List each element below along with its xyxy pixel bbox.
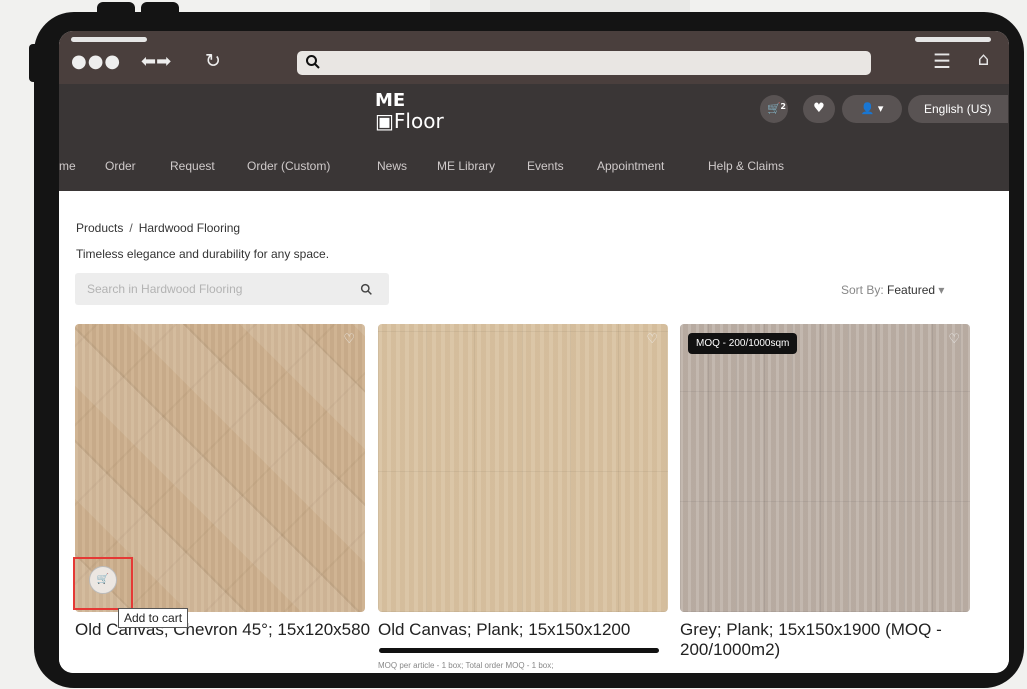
header-cart-button[interactable]: 🛒 2 <box>760 95 788 123</box>
moq-badge: MOQ - 200/1000sqm <box>688 333 798 354</box>
address-bar[interactable] <box>297 51 871 75</box>
chrome-decoration <box>915 37 991 42</box>
main-nav: me Order Request Order (Custom) News ME … <box>59 155 1009 179</box>
nav-item-order-custom[interactable]: Order (Custom) <box>247 159 330 173</box>
menu-icon[interactable]: ☰ <box>933 49 951 73</box>
product-title[interactable]: Grey; Plank; 15x150x1900 (MOQ - 200/1000… <box>680 620 980 660</box>
main-content: Products / Hardwood Flooring Timeless eleg… <box>59 191 1009 673</box>
cart-icon: 🛒 <box>767 102 781 115</box>
add-to-cart-tooltip: Add to cart <box>118 608 189 628</box>
category-search-input[interactable]: Search in Hardwood Flooring <box>75 273 389 305</box>
nav-item-order[interactable]: Order <box>105 159 136 173</box>
breadcrumb: Products / Hardwood Flooring <box>76 221 240 235</box>
nav-item-news[interactable]: News <box>377 159 407 173</box>
cart-count-badge: 2 <box>780 102 786 111</box>
wishlist-heart-icon[interactable]: ♡ <box>343 332 355 347</box>
sort-dropdown[interactable]: Sort By: Featured ▾ <box>841 283 944 297</box>
nav-item-request[interactable]: Request <box>170 159 215 173</box>
site-header: ME ▣Floor 🛒 2 ♥ 👤 ▾ English (US) me Orde… <box>59 84 1009 191</box>
header-user-menu[interactable]: 👤 ▾ <box>842 95 902 123</box>
browser-chrome: ●●● ⬅➡ ↻ ☰ ⌂ <box>59 31 1009 84</box>
wishlist-heart-icon[interactable]: ♡ <box>646 332 658 347</box>
product-subtitle: MOQ per article - 1 box; Total order MOQ… <box>378 661 554 670</box>
nav-item-help[interactable]: Help & Claims <box>708 159 784 173</box>
chrome-decoration <box>71 37 147 42</box>
logo-mark-icon: ▣ <box>375 109 394 133</box>
heart-icon: ♥ <box>813 101 825 116</box>
breadcrumb-products[interactable]: Products <box>76 221 123 235</box>
breadcrumb-current: Hardwood Flooring <box>138 221 241 235</box>
site-logo[interactable]: ME ▣Floor <box>375 90 444 133</box>
product-image[interactable]: ♡ <box>378 324 668 612</box>
search-icon[interactable] <box>360 281 373 300</box>
tablet-screen: ●●● ⬅➡ ↻ ☰ ⌂ ME ▣Floor 🛒 2 ♥ 👤 ▾ English… <box>59 31 1009 673</box>
chevron-down-icon: ▾ <box>938 283 945 297</box>
search-icon <box>305 54 321 74</box>
nav-item-events[interactable]: Events <box>527 159 564 173</box>
chevron-down-icon: ▾ <box>877 102 884 115</box>
product-card[interactable]: MOQ - 200/1000sqm ♡ Grey; Plank; 15x150x… <box>680 324 970 659</box>
breadcrumb-separator: / <box>129 221 133 235</box>
logo-text-line2: Floor <box>393 109 444 133</box>
user-icon: 👤 <box>860 102 875 115</box>
nav-item-home[interactable]: me <box>59 159 76 173</box>
reload-icon[interactable]: ↻ <box>205 50 221 72</box>
nav-item-library[interactable]: ME Library <box>437 159 495 173</box>
product-image[interactable]: MOQ - 200/1000sqm ♡ <box>680 324 970 612</box>
nav-item-appointment[interactable]: Appointment <box>597 159 664 173</box>
dots-icon[interactable]: ●●● <box>71 53 121 71</box>
language-selector[interactable]: English (US) <box>908 95 1008 123</box>
back-forward-icon[interactable]: ⬅➡ <box>141 51 171 72</box>
highlight-box <box>73 557 133 610</box>
home-icon[interactable]: ⌂ <box>978 49 989 70</box>
wishlist-heart-icon[interactable]: ♡ <box>948 332 960 347</box>
sort-label: Sort By: <box>841 283 884 297</box>
product-title[interactable]: Old Canvas; Plank; 15x150x1200 <box>378 620 678 640</box>
search-placeholder: Search in Hardwood Flooring <box>87 282 243 296</box>
category-tagline: Timeless elegance and durability for any… <box>76 247 330 261</box>
home-indicator <box>379 648 659 653</box>
product-card[interactable]: ♡ Old Canvas; Plank; 15x150x1200 MOQ per… <box>378 324 668 670</box>
logo-text-line1: ME <box>375 90 406 111</box>
sort-value: Featured <box>887 283 936 297</box>
header-wishlist-button[interactable]: ♥ <box>803 95 835 123</box>
